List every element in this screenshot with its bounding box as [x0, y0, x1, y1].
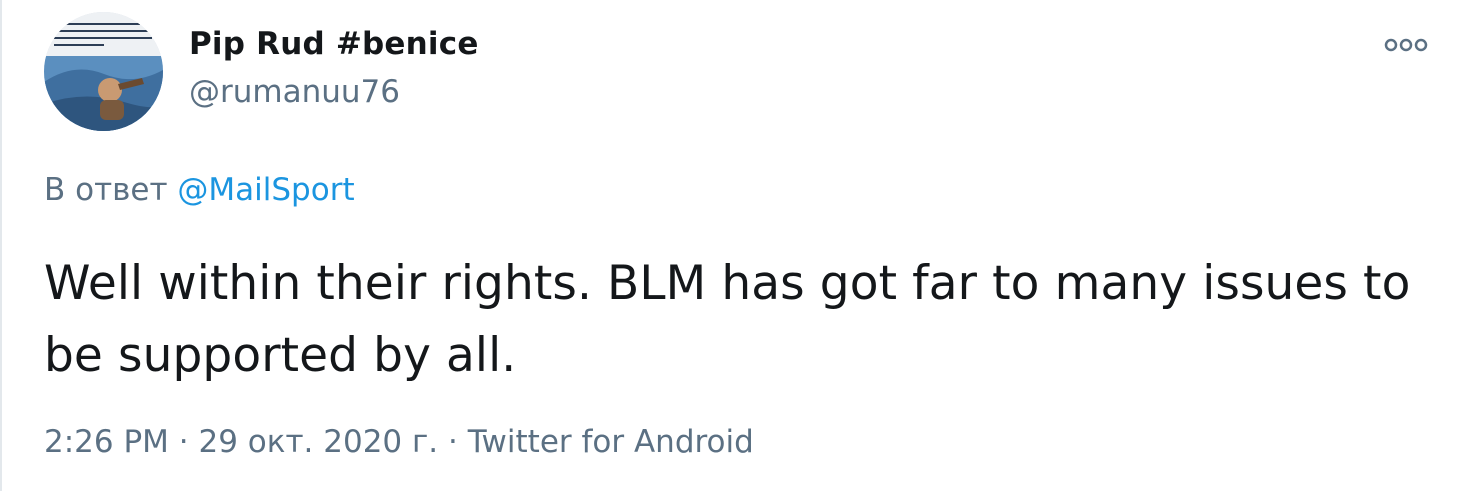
- reply-prefix: В ответ: [44, 172, 168, 208]
- tweet-date-link[interactable]: 29 окт. 2020 г.: [199, 424, 439, 460]
- author-handle[interactable]: @rumanuu76: [189, 74, 400, 110]
- tweet-time-link[interactable]: 2:26 PM: [44, 424, 169, 460]
- meta-separator: ·: [448, 424, 458, 460]
- tweet-metadata: 2:26 PM · 29 окт. 2020 г. · Twitter for …: [44, 424, 754, 460]
- tweet-text: Well within their rights. BLM has got fa…: [44, 256, 1411, 383]
- user-avatar-icon[interactable]: [44, 12, 163, 131]
- reply-mention-link[interactable]: @MailSport: [177, 172, 354, 208]
- reply-context: В ответ @MailSport: [44, 172, 355, 208]
- author-display-name[interactable]: Pip Rud #benice: [189, 26, 479, 62]
- tweet-source-link[interactable]: Twitter for Android: [468, 424, 754, 460]
- more-options-icon[interactable]: [1380, 28, 1432, 62]
- meta-separator: ·: [178, 424, 189, 460]
- tweet-card: Pip Rud #benice @rumanuu76 В ответ @Mail…: [0, 0, 1460, 491]
